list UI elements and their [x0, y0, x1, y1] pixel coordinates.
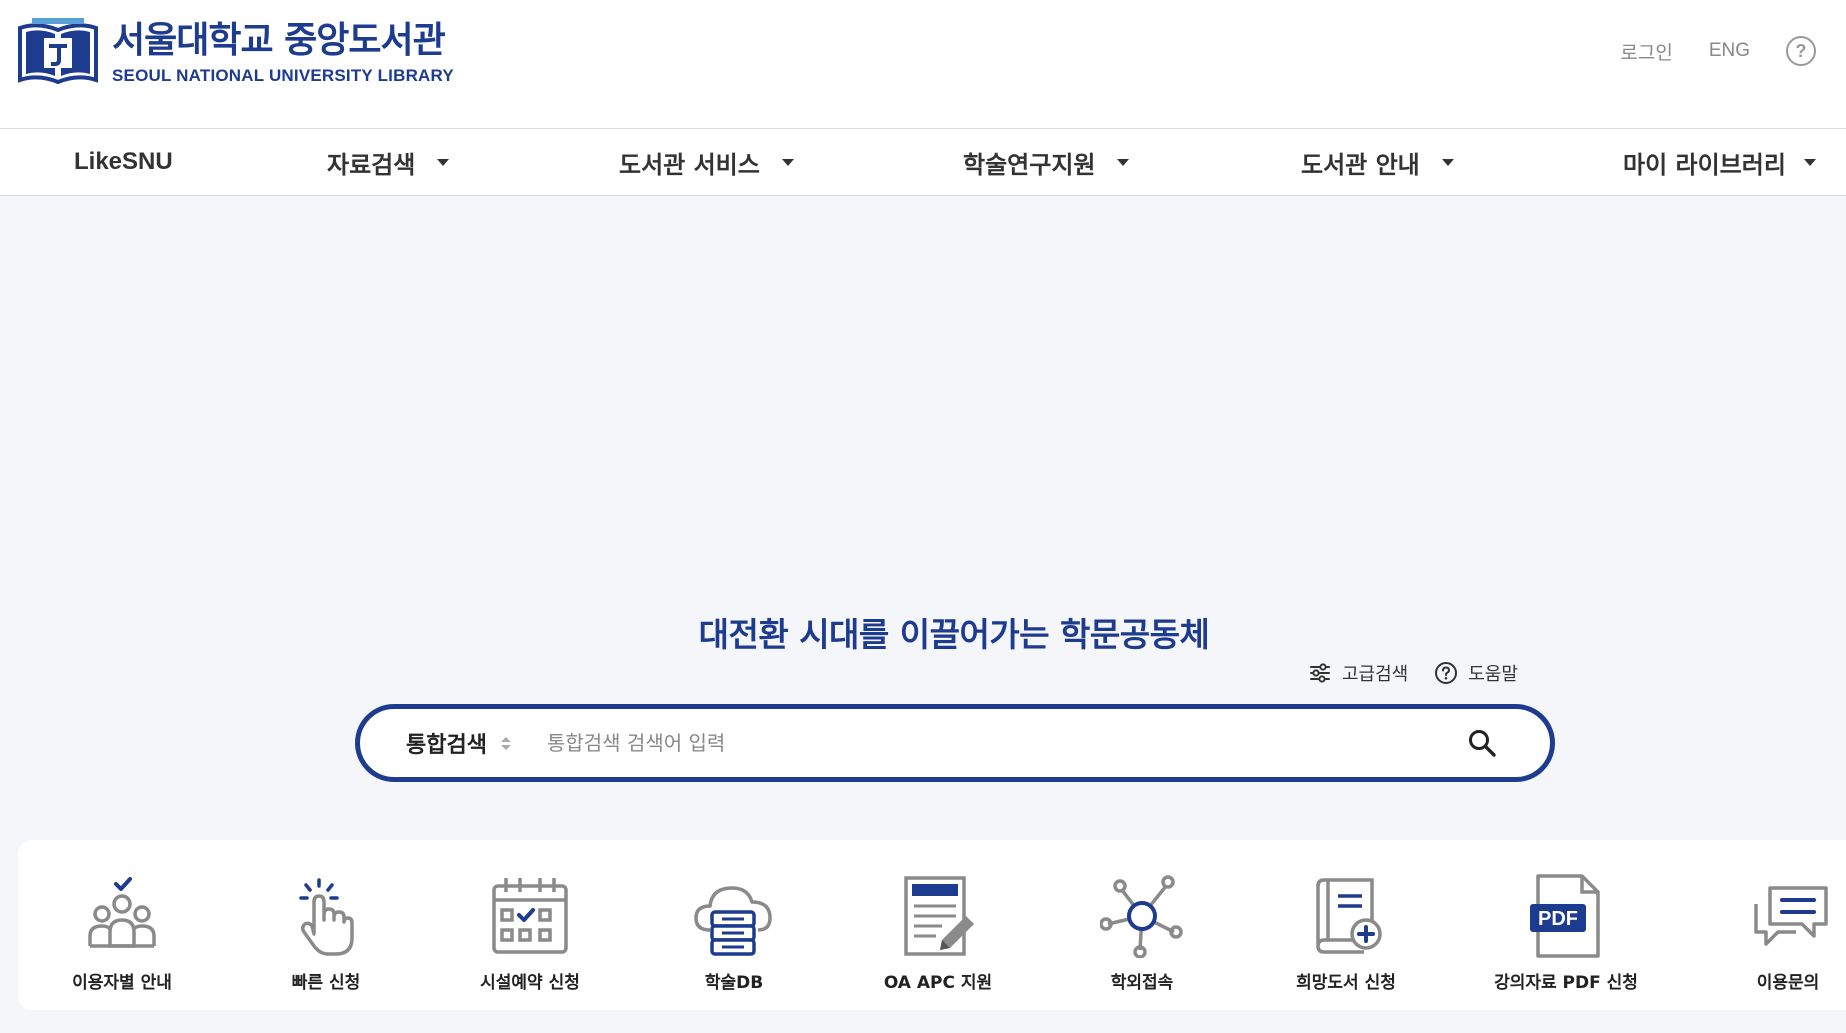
nav-label: 마이 라이브러리 — [1623, 150, 1786, 179]
quick-link-book-request[interactable]: 희망도서 신청 — [1246, 874, 1446, 993]
sort-arrows-icon — [500, 736, 511, 750]
nav-label: 자료검색 — [327, 150, 416, 179]
nav-item-resource-search[interactable]: 자료검색 — [327, 129, 450, 195]
search-scope-label: 통합검색 — [406, 733, 487, 758]
help-link[interactable]: 도움말 — [1434, 660, 1518, 686]
integrated-search-bar: 통합검색 — [355, 704, 1555, 782]
nav-item-library-guide[interactable]: 도서관 안내 — [1301, 129, 1454, 195]
top-header: 서울대학교 중앙도서관 SEOUL NATIONAL UNIVERSITY LI… — [0, 0, 1846, 128]
library-logo-icon — [18, 18, 98, 85]
tap-hand-icon — [299, 878, 354, 956]
search-icon — [1469, 730, 1496, 757]
quick-link-user-guide[interactable]: 이용자별 안내 — [22, 874, 222, 993]
search-button[interactable] — [1462, 723, 1502, 763]
nav-label: 도서관 안내 — [1301, 150, 1420, 179]
quick-link-quick-request[interactable]: 빠른 신청 — [226, 874, 426, 993]
library-logo[interactable]: 서울대학교 중앙도서관 SEOUL NATIONAL UNIVERSITY LI… — [18, 18, 454, 88]
utility-links: 로그인 ENG ? — [1620, 36, 1816, 66]
cloud-database-icon — [694, 886, 772, 956]
quick-links-panel: 이용자별 안내 빠른 신청 시설예약 신청 학술DB OA APC 지원 학외접… — [18, 840, 1846, 1010]
users-check-icon — [88, 877, 156, 948]
nav-item-research-support[interactable]: 학술연구지원 — [963, 129, 1130, 195]
svg-text:PDF: PDF — [1538, 908, 1578, 930]
quick-link-oa-apc[interactable]: OA APC 지원 — [838, 874, 1038, 993]
advanced-search-label: 고급검색 — [1342, 664, 1409, 685]
caret-down-icon — [781, 158, 794, 166]
caret-down-icon — [1441, 158, 1454, 166]
network-icon — [1100, 875, 1183, 958]
quick-link-label: 희망도서 신청 — [1296, 973, 1396, 993]
nav-label: LikeSNU — [74, 148, 173, 175]
chat-bubbles-icon — [1754, 886, 1828, 946]
quick-link-inquiry[interactable]: 이용문의 — [1688, 874, 1846, 993]
calendar-check-icon — [492, 878, 568, 954]
quick-link-label: 강의자료 PDF 신청 — [1494, 973, 1638, 993]
search-tools: 고급검색 도움말 — [1308, 660, 1518, 686]
quick-link-off-campus-access[interactable]: 학외접속 — [1042, 874, 1242, 993]
quick-link-lecture-pdf[interactable]: PDF 강의자료 PDF 신청 — [1466, 874, 1666, 993]
main-navigation: LikeSNU 자료검색 도서관 서비스 학술연구지원 도서관 안내 마이 라이… — [0, 128, 1846, 196]
search-input[interactable] — [546, 731, 1462, 755]
nav-item-library-services[interactable]: 도서관 서비스 — [619, 129, 794, 195]
sliders-icon — [1310, 663, 1330, 683]
nav-item-my-library[interactable]: 마이 라이브러리 — [1623, 129, 1816, 195]
help-label: 도움말 — [1468, 664, 1518, 685]
caret-down-icon — [1117, 158, 1130, 166]
caret-down-icon — [437, 158, 450, 166]
library-name-korean: 서울대학교 중앙도서관 — [112, 20, 446, 61]
language-toggle[interactable]: ENG — [1709, 40, 1750, 62]
quick-link-label: 학술DB — [704, 973, 764, 993]
quick-link-label: 이용자별 안내 — [72, 973, 172, 993]
question-circle-icon[interactable]: ? — [1786, 36, 1816, 66]
advanced-search-link[interactable]: 고급검색 — [1308, 660, 1408, 686]
quick-link-label: 시설예약 신청 — [480, 973, 580, 993]
quick-link-label: 이용문의 — [1756, 973, 1820, 993]
quick-link-label: OA APC 지원 — [883, 973, 993, 993]
login-link[interactable]: 로그인 — [1620, 38, 1672, 65]
nav-label: 학술연구지원 — [963, 150, 1096, 179]
book-add-icon — [1316, 878, 1382, 954]
caret-down-icon — [1803, 158, 1816, 166]
quick-link-facility-reservation[interactable]: 시설예약 신청 — [430, 874, 630, 993]
document-edit-icon — [904, 876, 974, 956]
question-circle-icon — [1435, 662, 1458, 684]
hero-slogan: 대전환 시대를 이끌어가는 학문공동체 — [698, 615, 1210, 654]
library-name-english: SEOUL NATIONAL UNIVERSITY LIBRARY — [112, 66, 454, 85]
quick-link-label: 학외접속 — [1110, 973, 1174, 993]
pdf-file-icon: PDF — [1530, 874, 1600, 958]
nav-item-likesnu[interactable]: LikeSNU — [74, 129, 173, 195]
nav-label: 도서관 서비스 — [619, 150, 760, 179]
quick-link-academic-db[interactable]: 학술DB — [634, 874, 834, 993]
search-scope-select[interactable]: 통합검색 — [406, 727, 511, 759]
quick-link-label: 빠른 신청 — [291, 973, 361, 993]
